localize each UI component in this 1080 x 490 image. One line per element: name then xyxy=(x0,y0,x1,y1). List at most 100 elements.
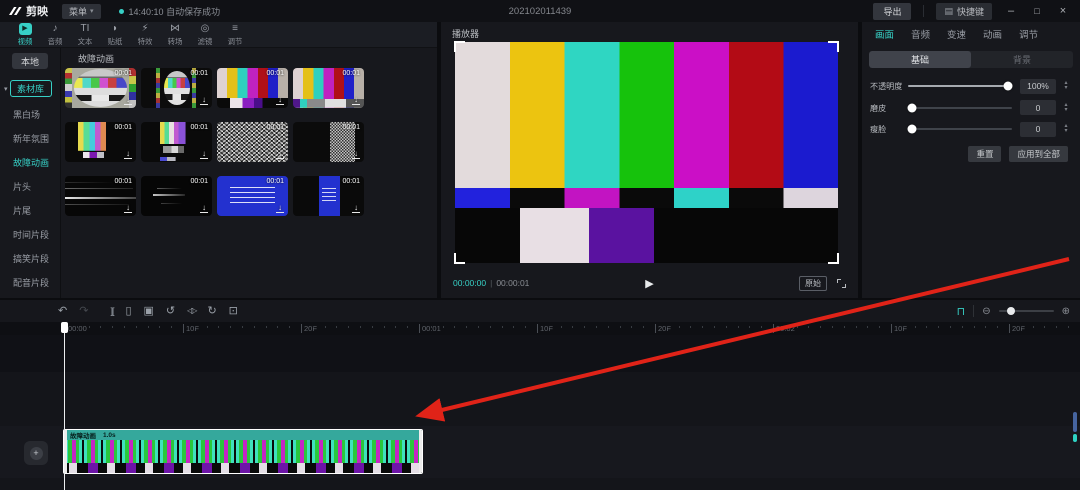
rotate-icon[interactable]: ↻ xyxy=(207,300,216,322)
media-thumbnail[interactable]: 00:01↓ xyxy=(293,176,364,216)
stepper[interactable]: ▴▾ xyxy=(1060,124,1072,134)
sidebar-item-片尾[interactable]: 片尾 xyxy=(0,199,60,223)
download-icon[interactable]: ↓ xyxy=(276,150,284,159)
maximize-button[interactable]: □ xyxy=(1030,4,1044,18)
media-thumbnail[interactable]: 00:01↓ xyxy=(293,122,364,162)
sidebar-item-library[interactable]: 素材库 xyxy=(10,80,52,97)
video-preview[interactable] xyxy=(455,42,838,263)
sidebar-item-故障动画[interactable]: 故障动画 xyxy=(0,151,60,175)
download-icon[interactable]: ↓ xyxy=(124,96,132,105)
tab-effects[interactable]: ⚡特效 xyxy=(130,22,160,47)
sidebar-item-片头[interactable]: 片头 xyxy=(0,175,60,199)
selection-handle[interactable] xyxy=(828,41,839,52)
download-icon[interactable]: ↓ xyxy=(352,204,360,213)
prop-subtab-基础[interactable]: 基础 xyxy=(869,51,971,68)
tab-audio[interactable]: ♪音频 xyxy=(40,22,70,47)
tab-filter[interactable]: ◎滤镜 xyxy=(190,22,220,47)
media-thumbnail[interactable]: 00:01↓ xyxy=(217,176,288,216)
timeline-vertical-scrollbar[interactable] xyxy=(1073,412,1077,432)
stepper[interactable]: ▴▾ xyxy=(1060,81,1072,91)
zoom-slider-handle[interactable] xyxy=(1007,307,1015,315)
prop-tab-动画[interactable]: 动画 xyxy=(983,27,1002,41)
fullscreen-icon[interactable] xyxy=(837,279,846,288)
slider-handle[interactable] xyxy=(908,103,917,112)
add-media-button[interactable]: + xyxy=(24,441,48,465)
media-thumbnail[interactable]: 00:01↓ xyxy=(293,68,364,108)
mirror-icon[interactable]: ◁▷ xyxy=(187,300,195,322)
slider-value[interactable]: 100% xyxy=(1020,79,1056,94)
tab-sticker[interactable]: ◗贴纸 xyxy=(100,22,130,47)
slider-track[interactable] xyxy=(908,107,1012,109)
media-thumbnail[interactable]: 00:01↓ xyxy=(65,176,136,216)
sidebar-item-新年氛围[interactable]: 新年氛围 xyxy=(0,127,60,151)
minimize-button[interactable]: – xyxy=(1004,4,1018,18)
close-button[interactable]: × xyxy=(1056,4,1070,18)
download-icon[interactable]: ↓ xyxy=(124,204,132,213)
download-icon[interactable]: ↓ xyxy=(200,204,208,213)
tab-video[interactable]: ▶视频 xyxy=(10,22,40,47)
stepper-down-icon[interactable]: ▾ xyxy=(1064,129,1067,134)
media-thumbnail[interactable]: 00:01↓ xyxy=(217,68,288,108)
stepper-down-icon[interactable]: ▾ xyxy=(1064,108,1067,113)
undo-icon[interactable]: ↶ xyxy=(58,300,67,322)
prop-tab-音频[interactable]: 音频 xyxy=(911,27,930,41)
zoom-out-icon[interactable]: ⊖ xyxy=(982,306,990,317)
download-icon[interactable]: ↓ xyxy=(276,96,284,105)
download-icon[interactable]: ↓ xyxy=(124,150,132,159)
tab-text[interactable]: TI文本 xyxy=(70,22,100,47)
media-thumbnail[interactable]: 00:01↓ xyxy=(141,122,212,162)
playhead[interactable] xyxy=(64,322,65,490)
sidebar-item-配音片段[interactable]: 配音片段 xyxy=(0,271,60,295)
prop-tab-变速[interactable]: 变速 xyxy=(947,27,966,41)
shortcuts-button[interactable]: ▤ 快捷键 xyxy=(936,3,992,20)
stepper-down-icon[interactable]: ▾ xyxy=(1064,86,1067,91)
selection-handle[interactable] xyxy=(454,41,465,52)
media-thumbnail[interactable]: 00:01↓ xyxy=(65,68,136,108)
timeline-clip[interactable]: 故障动画 1.0s xyxy=(63,429,423,474)
timeline-zoom-slider[interactable] xyxy=(999,310,1054,312)
sidebar-item-时间片段[interactable]: 时间片段 xyxy=(0,223,60,247)
selection-handle[interactable] xyxy=(454,253,465,264)
prop-subtab-背景[interactable]: 背景 xyxy=(971,51,1073,68)
menu-button[interactable]: 菜单▾ xyxy=(62,4,101,19)
download-icon[interactable]: ↓ xyxy=(352,150,360,159)
timeline-ruler[interactable]: 00:0010F20F00:0110F20F00:0210F20F xyxy=(0,322,1080,335)
slider-track[interactable] xyxy=(908,85,1012,87)
slider-track[interactable] xyxy=(908,128,1012,130)
original-ratio-button[interactable]: 原始 xyxy=(799,276,827,291)
current-time: 00:00:00 xyxy=(453,278,486,288)
tab-transition[interactable]: ⋈转场 xyxy=(160,22,190,47)
slider-value[interactable]: 0 xyxy=(1020,122,1056,137)
snap-icon[interactable]: ⊓ xyxy=(957,305,966,318)
slider-handle[interactable] xyxy=(908,125,917,134)
prop-tab-调节[interactable]: 调节 xyxy=(1019,27,1038,41)
export-button[interactable]: 导出 xyxy=(873,3,911,20)
sidebar-item-local[interactable]: 本地 xyxy=(12,53,48,69)
ruler-tick xyxy=(336,326,337,328)
freeze-icon[interactable]: ▣ xyxy=(144,300,154,322)
slider-handle[interactable] xyxy=(1004,82,1013,91)
media-thumbnail[interactable]: 00:01↓ xyxy=(141,68,212,108)
stepper[interactable]: ▴▾ xyxy=(1060,103,1072,113)
download-icon[interactable]: ↓ xyxy=(200,150,208,159)
download-icon[interactable]: ↓ xyxy=(200,96,208,105)
media-thumbnail[interactable]: 00:01↓ xyxy=(217,122,288,162)
download-icon[interactable]: ↓ xyxy=(276,204,284,213)
crop-icon[interactable]: ⊡ xyxy=(229,300,238,322)
reverse-icon[interactable]: ↺ xyxy=(166,300,175,322)
media-thumbnail[interactable]: 00:01↓ xyxy=(65,122,136,162)
sidebar-item-搞笑片段[interactable]: 搞笑片段 xyxy=(0,247,60,271)
split-icon[interactable]: ][ xyxy=(110,300,113,322)
tab-adjust[interactable]: ≡调节 xyxy=(220,22,250,47)
delete-icon[interactable]: ▯ xyxy=(125,300,131,322)
play-button[interactable]: ▶ xyxy=(645,277,653,290)
reset-button[interactable]: 重置 xyxy=(968,146,1001,162)
selection-handle[interactable] xyxy=(828,253,839,264)
sidebar-item-黑白场[interactable]: 黑白场 xyxy=(0,103,60,127)
slider-value[interactable]: 0 xyxy=(1020,100,1056,115)
download-icon[interactable]: ↓ xyxy=(352,96,360,105)
zoom-in-icon[interactable]: ⊕ xyxy=(1062,306,1070,317)
media-thumbnail[interactable]: 00:01↓ xyxy=(141,176,212,216)
prop-tab-画面[interactable]: 画面 xyxy=(875,27,894,41)
apply-all-button[interactable]: 应用到全部 xyxy=(1009,146,1068,162)
